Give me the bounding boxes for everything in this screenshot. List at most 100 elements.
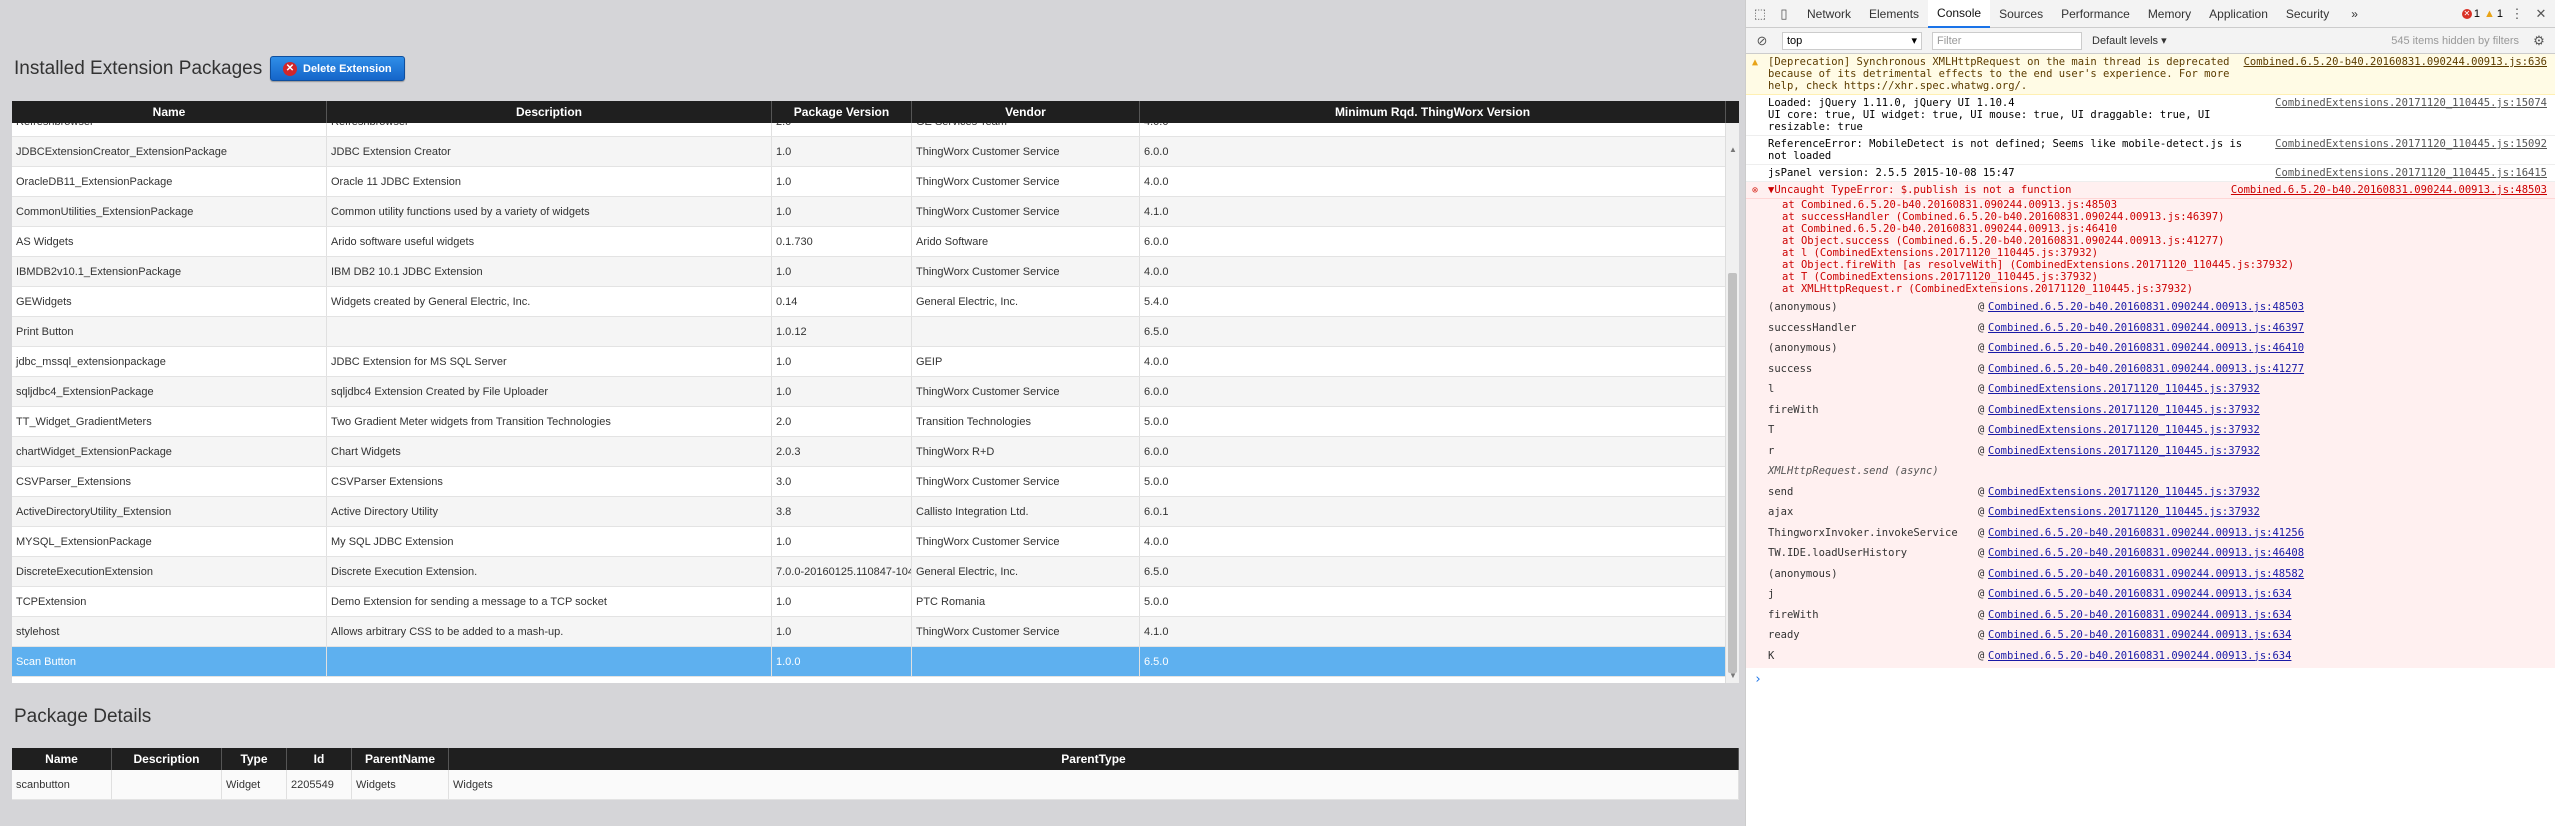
trace-source-link[interactable]: CombinedExtensions.20171120_110445.js:37…	[1988, 424, 2260, 436]
col-header-id[interactable]: Id	[287, 748, 352, 770]
table-row[interactable]: TCPExtension Demo Extension for sending a…	[12, 587, 1739, 617]
log-levels-select[interactable]: Default levels ▾	[2092, 34, 2167, 47]
tab-elements[interactable]: Elements	[1860, 0, 1928, 28]
clear-console-icon[interactable]: ⊘	[1752, 31, 1772, 51]
col-header-parent-name[interactable]: ParentName	[352, 748, 449, 770]
inspect-element-icon[interactable]: ⬚	[1750, 4, 1770, 24]
stack-line[interactable]: at XMLHttpRequest.r (CombinedExtensions.…	[1782, 283, 2547, 295]
table-row[interactable]: IBMDB2v10.1_ExtensionPackage IBM DB2 10.1…	[12, 257, 1739, 287]
stack-line[interactable]: at l (CombinedExtensions.20171120_110445…	[1782, 247, 2547, 259]
trace-source-link[interactable]: Combined.6.5.20-b40.20160831.090244.0091…	[1988, 342, 2304, 354]
console-filter-input[interactable]: Filter	[1932, 31, 2082, 50]
console-error-message[interactable]: ⊗ ▼Uncaught TypeError: $.publish is not …	[1746, 182, 2555, 199]
settings-gear-icon[interactable]: ⚙	[2529, 31, 2549, 51]
message-source-link[interactable]: Combined.6.5.20-b40.20160831.090244.0091…	[2244, 56, 2547, 92]
col-header-package-version[interactable]: Package Version	[772, 101, 912, 123]
table-row[interactable]: jdbc_mssql_extensionpackage JDBC Extensio…	[12, 347, 1739, 377]
stack-line[interactable]: at T (CombinedExtensions.20171120_110445…	[1782, 271, 2547, 283]
message-source-link[interactable]: CombinedExtensions.20171120_110445.js:16…	[2275, 167, 2547, 179]
trace-row: XMLHttpRequest.send (async)	[1768, 461, 2547, 482]
context-select[interactable]: top ▾	[1782, 31, 1922, 50]
col-header-type[interactable]: Type	[222, 748, 287, 770]
message-text: Loaded: jQuery 1.11.0, jQuery UI 1.10.4 …	[1768, 97, 2211, 133]
col-header-name[interactable]: Name	[12, 748, 112, 770]
trace-source-link[interactable]: Combined.6.5.20-b40.20160831.090244.0091…	[1988, 629, 2291, 641]
error-count-badge[interactable]: ✕ 1	[2461, 8, 2480, 20]
trace-source-link[interactable]: CombinedExtensions.20171120_110445.js:37…	[1988, 506, 2260, 518]
trace-source-link[interactable]: CombinedExtensions.20171120_110445.js:37…	[1988, 445, 2260, 457]
trace-source-link[interactable]: Combined.6.5.20-b40.20160831.090244.0091…	[1988, 568, 2304, 580]
stack-line[interactable]: at successHandler (Combined.6.5.20-b40.2…	[1782, 211, 2547, 223]
trace-at-symbol: @	[1978, 588, 1985, 601]
col-header-name[interactable]: Name	[12, 101, 327, 123]
tab-application[interactable]: Application	[2200, 0, 2277, 28]
cell-min-version: 6.5.0	[1140, 557, 1726, 586]
table-row[interactable]: ActiveDirectoryUtility_Extension Active D…	[12, 497, 1739, 527]
scroll-down-arrow-icon[interactable]: ▼	[1726, 669, 1739, 683]
table-row[interactable]: stylehost Allows arbitrary CSS to be adde…	[12, 617, 1739, 647]
console-message[interactable]: Loaded: jQuery 1.11.0, jQuery UI 1.10.4 …	[1746, 95, 2555, 136]
table-row[interactable]: MYSQL_ExtensionPackage My SQL JDBC Extens…	[12, 527, 1739, 557]
installed-grid-scrollbar[interactable]: ▲ ▼	[1725, 123, 1739, 683]
device-toolbar-icon[interactable]: ▯	[1774, 4, 1794, 24]
error-source-link[interactable]: Combined.6.5.20-b40.20160831.090244.0091…	[2231, 184, 2547, 196]
table-row[interactable]: CSVParser_Extensions CSVParser Extensions…	[12, 467, 1739, 497]
col-header-parent-type[interactable]: ParentType	[449, 748, 1739, 770]
scroll-up-arrow-icon[interactable]: ▲	[1726, 143, 1739, 157]
devtools-toolbar: ⬚ ▯ Network Elements Console Sources Perform…	[1746, 0, 2555, 28]
warning-count-badge[interactable]: ▲ 1	[2484, 8, 2503, 20]
more-tabs-button[interactable]: »	[2342, 0, 2367, 28]
cell-description: Refreshbrowser	[327, 123, 772, 136]
stack-line[interactable]: at Object.fireWith [as resolveWith] (Com…	[1782, 259, 2547, 271]
trace-source-link[interactable]: Combined.6.5.20-b40.20160831.090244.0091…	[1988, 609, 2291, 621]
trace-function: ready	[1768, 629, 1800, 642]
tab-memory[interactable]: Memory	[2139, 0, 2200, 28]
col-header-min-thingworx-version[interactable]: Minimum Rqd. ThingWorx Version	[1140, 101, 1726, 123]
trace-source-link[interactable]: CombinedExtensions.20171120_110445.js:37…	[1988, 404, 2260, 416]
tab-network[interactable]: Network	[1798, 0, 1860, 28]
col-header-vendor[interactable]: Vendor	[912, 101, 1140, 123]
kebab-menu-icon[interactable]: ⋮	[2507, 4, 2527, 24]
table-row[interactable]: Print Button 1.0.12 6.5.0	[12, 317, 1739, 347]
trace-source-link[interactable]: Combined.6.5.20-b40.20160831.090244.0091…	[1988, 322, 2304, 334]
console-message[interactable]: ▲ [Deprecation] Synchronous XMLHttpReques…	[1746, 54, 2555, 95]
scrollbar-thumb[interactable]	[1728, 273, 1737, 673]
table-row[interactable]: AS Widgets Arido software useful widgets 0…	[12, 227, 1739, 257]
table-row[interactable]: OracleDB11_ExtensionPackage Oracle 11 JDB…	[12, 167, 1739, 197]
stack-line[interactable]: at Combined.6.5.20-b40.20160831.090244.0…	[1782, 223, 2547, 235]
table-row[interactable]: scanbutton Widget 2205549 Widgets Widgets	[12, 770, 1739, 800]
delete-extension-button[interactable]: ✕ Delete Extension	[270, 56, 405, 81]
console-message[interactable]: ReferenceError: MobileDetect is not defi…	[1746, 136, 2555, 165]
col-header-description[interactable]: Description	[112, 748, 222, 770]
table-row[interactable]: JDBCExtensionCreator_ExtensionPackage JDB…	[12, 137, 1739, 167]
message-source-link[interactable]: CombinedExtensions.20171120_110445.js:15…	[2275, 97, 2547, 133]
console-message[interactable]: jsPanel version: 2.5.5 2015-10-08 15:47 C…	[1746, 165, 2555, 182]
table-row[interactable]: CommonUtilities_ExtensionPackage Common u…	[12, 197, 1739, 227]
trace-source-link[interactable]: Combined.6.5.20-b40.20160831.090244.0091…	[1988, 650, 2291, 662]
console-prompt[interactable]: ›	[1746, 668, 2555, 691]
trace-source-link[interactable]: CombinedExtensions.20171120_110445.js:37…	[1988, 486, 2260, 498]
tab-security[interactable]: Security	[2277, 0, 2338, 28]
table-row[interactable]: sqljdbc4_ExtensionPackage sqljdbc4 Extens…	[12, 377, 1739, 407]
trace-source-link[interactable]: Combined.6.5.20-b40.20160831.090244.0091…	[1988, 363, 2304, 375]
trace-source-link[interactable]: CombinedExtensions.20171120_110445.js:37…	[1988, 383, 2260, 395]
table-row[interactable]: Scan Button 1.0.0 6.5.0	[12, 647, 1739, 677]
message-source-link[interactable]: CombinedExtensions.20171120_110445.js:15…	[2275, 138, 2547, 162]
trace-source-link[interactable]: Combined.6.5.20-b40.20160831.090244.0091…	[1988, 527, 2304, 539]
trace-source-link[interactable]: Combined.6.5.20-b40.20160831.090244.0091…	[1988, 301, 2304, 313]
table-row[interactable]: TT_Widget_GradientMeters Two Gradient Met…	[12, 407, 1739, 437]
tab-performance[interactable]: Performance	[2052, 0, 2139, 28]
trace-source-link[interactable]: Combined.6.5.20-b40.20160831.090244.0091…	[1988, 588, 2291, 600]
table-row[interactable]: chartWidget_ExtensionPackage Chart Widget…	[12, 437, 1739, 467]
table-row[interactable]: DiscreteExecutionExtension Discrete Execu…	[12, 557, 1739, 587]
trace-source-link[interactable]: Combined.6.5.20-b40.20160831.090244.0091…	[1988, 547, 2304, 559]
tab-console[interactable]: Console	[1928, 0, 1991, 28]
table-row[interactable]: GEWidgets Widgets created by General Elec…	[12, 287, 1739, 317]
tab-sources[interactable]: Sources	[1990, 0, 2052, 28]
table-row[interactable]: RefreshbrowserRefreshbrowser2.0GE Servic…	[12, 123, 1739, 137]
stack-line[interactable]: at Combined.6.5.20-b40.20160831.090244.0…	[1782, 199, 2547, 211]
close-icon[interactable]: ✕	[2531, 4, 2551, 24]
trace-row: fireWith @ Combined.6.5.20-b40.20160831.09…	[1768, 605, 2547, 626]
col-header-description[interactable]: Description	[327, 101, 772, 123]
stack-line[interactable]: at Object.success (Combined.6.5.20-b40.2…	[1782, 235, 2547, 247]
